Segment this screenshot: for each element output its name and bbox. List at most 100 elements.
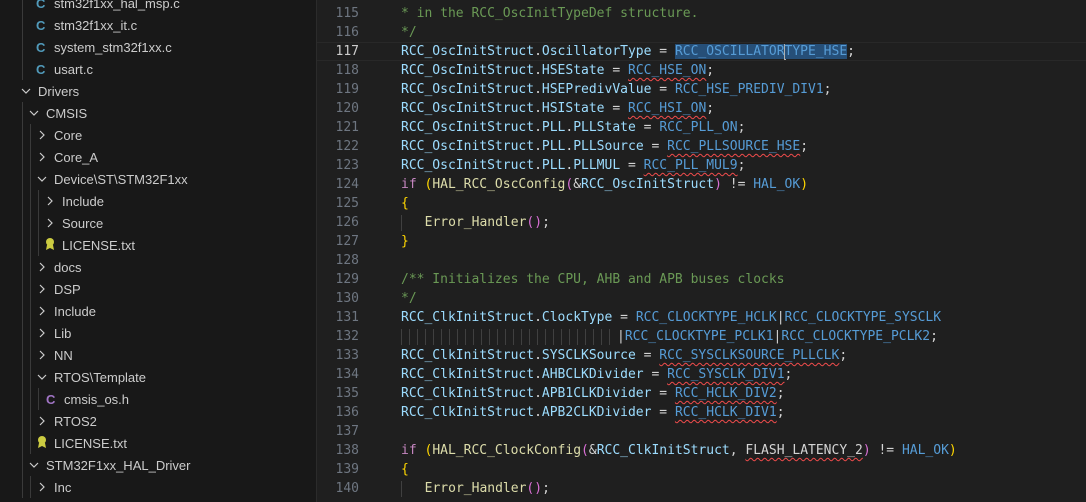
tree-item-file[interactable]: C usart.c — [0, 58, 316, 80]
line-number: 127 — [335, 234, 359, 249]
tree-folder[interactable]: Lib — [0, 322, 316, 344]
code-line-125: { — [401, 196, 409, 211]
code-token: RCC_ClkInitStruct — [401, 310, 535, 325]
code-token: RCC_SYSCLKSOURCE_PLLCLK — [659, 348, 840, 363]
tree-item-label: docs — [54, 259, 82, 275]
tree-folder-drivers[interactable]: Drivers — [0, 80, 316, 102]
tree-folder[interactable]: Source — [0, 212, 316, 234]
tree-item-label: usart.c — [54, 61, 94, 77]
tree-folder[interactable]: docs — [0, 256, 316, 278]
chevron-down-icon — [26, 105, 42, 121]
line-number: 121 — [335, 120, 359, 135]
line-number: 136 — [335, 405, 359, 420]
code-token: HAL_OK — [901, 443, 949, 458]
code-line-122: RCC_OscInitStruct.PLL.PLLSource = RCC_PL… — [401, 139, 809, 154]
code-token: RCC_OscInitStruct — [401, 82, 535, 97]
line-number: 123 — [335, 158, 359, 173]
line-number-active: 117 — [335, 44, 359, 59]
code-line-127: } — [401, 234, 409, 249]
chevron-right-icon — [34, 413, 50, 429]
tree-item-file[interactable]: C stm32f1xx_hal_msp.c — [0, 0, 316, 14]
code-line-115: * in the RCC_OscInitTypeDef structure. — [401, 6, 699, 21]
code-line-136: RCC_ClkInitStruct.APB2CLKDivider = RCC_H… — [401, 405, 785, 420]
line-number: 134 — [335, 367, 359, 382]
code-line-134: RCC_ClkInitStruct.AHBCLKDivider = RCC_SY… — [401, 367, 793, 382]
code-line-121: RCC_OscInitStruct.PLL.PLLState = RCC_PLL… — [401, 120, 746, 135]
code-token: RCC_PLL_ON — [659, 120, 738, 135]
c-file-icon: C — [36, 61, 46, 77]
code-token: RCC_OscInitStruct — [401, 139, 535, 154]
chevron-right-icon — [34, 325, 50, 341]
tree-item-label: Include — [62, 193, 104, 209]
code-token: Error_Handler — [424, 215, 527, 230]
code-token: RCC_CLOCKTYPE_PCLK2 — [781, 329, 931, 344]
code-token: AHBCLKDivider — [541, 367, 644, 382]
code-token: if — [401, 177, 417, 192]
tree-folder[interactable]: RTOS\Template — [0, 366, 316, 388]
tree-folder[interactable]: Core_A — [0, 146, 316, 168]
code-token: HSEState — [541, 63, 605, 78]
tree-item-label: cmsis_os.h — [64, 391, 130, 407]
tree-folder[interactable]: Inc — [0, 476, 316, 498]
code-token: APB1CLKDivider — [541, 386, 652, 401]
tree-folder[interactable]: STM32F1xx_HAL_Driver — [0, 454, 316, 476]
tree-item-file[interactable]: C cmsis_os.h — [0, 388, 316, 410]
tree-item-label: LICENSE.txt — [62, 237, 135, 253]
code-line-138: if (HAL_RCC_ClockConfig(&RCC_ClkInitStru… — [401, 443, 957, 458]
tree-item-file[interactable]: C stm32f1xx_it.c — [0, 14, 316, 36]
tree-item-label: Device\ST\STM32F1xx — [54, 171, 188, 187]
line-number: 129 — [335, 272, 359, 287]
chevron-right-icon — [34, 149, 50, 165]
chevron-down-icon — [34, 171, 50, 187]
code-token: PLL — [541, 158, 566, 173]
tree-item-label: LICENSE.txt — [54, 435, 127, 451]
c-file-icon: C — [36, 39, 46, 55]
line-number: 139 — [335, 462, 359, 477]
tree-item-label: Inc — [54, 479, 72, 495]
tree-item-file[interactable]: LICENSE.txt — [0, 234, 316, 256]
code-token: RCC_HCLK_DIV2 — [674, 386, 777, 401]
code-token: FLASH_LATENCY_2 — [745, 443, 863, 458]
code-token: HAL_RCC_ClockConfig — [432, 443, 582, 458]
tree-item-label: NN — [54, 347, 73, 363]
code-area[interactable]: * in the RCC_OscInitTypeDef structure. *… — [401, 0, 1086, 502]
line-number-gutter: 115 116 117 118 119 120 121 122 123 124 … — [317, 0, 389, 502]
code-line-126: Error_Handler(); — [401, 213, 550, 232]
tree-item-label: Drivers — [38, 83, 80, 99]
chevron-right-icon — [34, 347, 50, 363]
line-number: 119 — [335, 82, 359, 97]
tree-item-file[interactable]: C system_stm32f1xx.c — [0, 36, 316, 58]
chevron-right-icon — [34, 127, 50, 143]
code-token: RCC_CLOCKTYPE_HCLK — [635, 310, 777, 325]
code-token: RCC_ClkInitStruct — [596, 443, 730, 458]
code-token: PLLMUL — [573, 158, 621, 173]
tree-folder[interactable]: Device\ST\STM32F1xx — [0, 168, 316, 190]
tree-folder[interactable]: Include — [0, 300, 316, 322]
code-token: PLLSource — [573, 139, 644, 154]
tree-item-label: Source — [62, 215, 104, 231]
tree-item-label: stm32f1xx_hal_msp.c — [54, 0, 180, 11]
tree-item-label: STM32F1xx_HAL_Driver — [46, 457, 191, 473]
code-token: ClockType — [541, 310, 613, 325]
tree-item-label: CMSIS — [46, 105, 88, 121]
code-editor[interactable]: 115 116 117 118 119 120 121 122 123 124 … — [317, 0, 1086, 502]
tree-folder[interactable]: Include — [0, 190, 316, 212]
tree-folder[interactable]: NN — [0, 344, 316, 366]
tree-folder[interactable]: DSP — [0, 278, 316, 300]
tree-folder-cmsis[interactable]: CMSIS — [0, 102, 316, 124]
tree-folder[interactable]: Core — [0, 124, 316, 146]
code-line-123: RCC_OscInitStruct.PLL.PLLMUL = RCC_PLL_M… — [401, 158, 746, 173]
chevron-right-icon — [34, 479, 50, 495]
line-number: 125 — [335, 196, 359, 211]
code-line-135: RCC_ClkInitStruct.APB1CLKDivider = RCC_H… — [401, 386, 785, 401]
tree-item-label: system_stm32f1xx.c — [54, 39, 172, 55]
code-token: RCC_ClkInitStruct — [401, 405, 535, 420]
tree-folder[interactable]: RTOS2 — [0, 410, 316, 432]
chevron-right-icon — [34, 259, 50, 275]
code-token: RCC_SYSCLK_DIV1 — [667, 367, 785, 382]
code-token: RCC_OscInitStruct — [581, 177, 715, 192]
code-token: RCC_OscInitStruct — [401, 63, 535, 78]
code-line-120: RCC_OscInitStruct.HSIState = RCC_HSI_ON; — [401, 101, 715, 116]
tree-item-file[interactable]: LICENSE.txt — [0, 432, 316, 454]
code-token: Error_Handler — [424, 481, 527, 496]
